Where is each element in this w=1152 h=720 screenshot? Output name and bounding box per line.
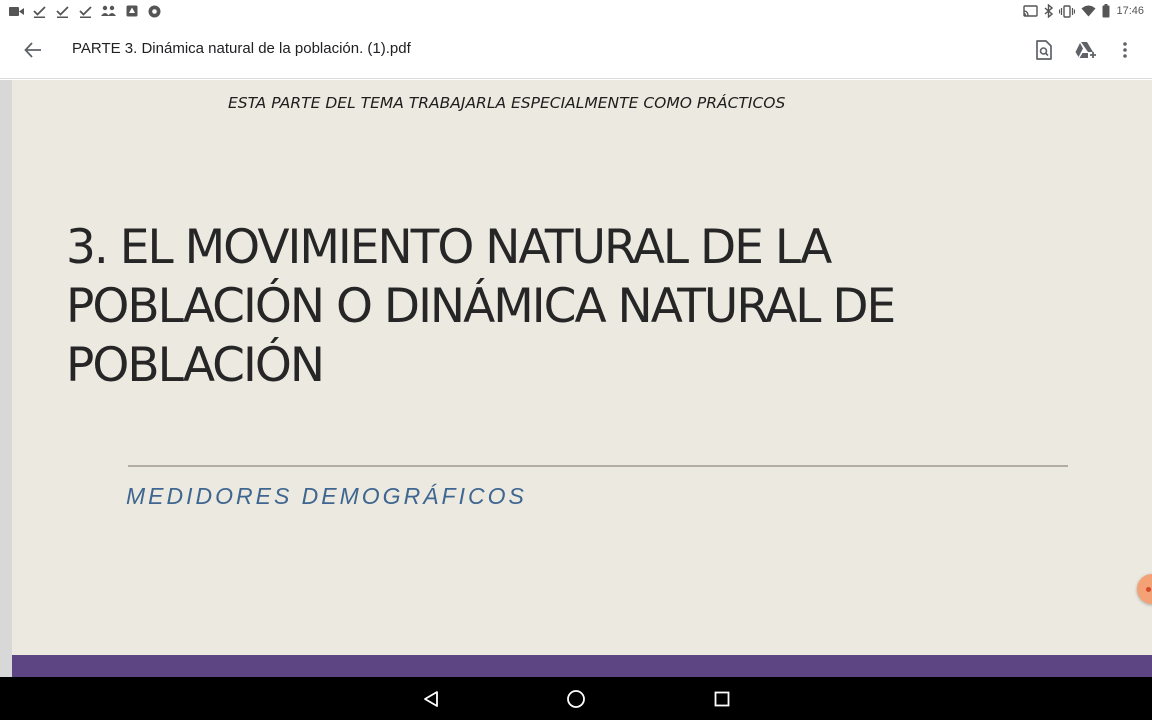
slide-heading: 3. EL MOVIMIENTO NATURAL DE LA POBLACIÓN… (66, 218, 1066, 395)
battery-icon (1102, 3, 1110, 19)
nav-back-button[interactable] (416, 685, 446, 713)
slide-heading-line: POBLACIÓN (66, 338, 325, 393)
pdf-viewer[interactable]: ESTA PARTE DEL TEMA TRABAJARLA ESPECIALM… (0, 80, 1152, 677)
people-icon (101, 3, 116, 19)
download-done-icon (55, 3, 70, 19)
more-options-button[interactable] (1110, 35, 1140, 65)
slide-heading-line: POBLACIÓN O DINÁMICA NATURAL DE (66, 279, 896, 334)
nav-recents-button[interactable] (707, 685, 737, 713)
vibrate-icon (1059, 3, 1076, 19)
more-options-icon (1123, 42, 1127, 58)
slide-accent-band (12, 655, 1152, 677)
add-to-drive-button[interactable] (1071, 35, 1101, 65)
search-in-document-icon (1036, 40, 1052, 60)
nav-home-button[interactable] (561, 685, 591, 713)
navigation-bar (0, 677, 1152, 720)
system-icons: 17:46 (1017, 3, 1144, 19)
back-triangle-icon (424, 691, 438, 707)
arrow-back-icon (24, 42, 41, 58)
pdf-page: ESTA PARTE DEL TEMA TRABAJARLA ESPECIALM… (12, 80, 1152, 677)
home-circle-icon (567, 690, 585, 708)
wifi-icon (1081, 3, 1096, 19)
floating-bubble[interactable] (1137, 574, 1152, 604)
download-done-icon (32, 3, 47, 19)
bluetooth-icon (1044, 3, 1054, 19)
slide-note: ESTA PARTE DEL TEMA TRABAJARLA ESPECIALM… (228, 94, 786, 112)
document-title: PARTE 3. Dinámica natural de la població… (72, 40, 411, 57)
search-in-document-button[interactable] (1029, 35, 1059, 65)
app-bar: PARTE 3. Dinámica natural de la població… (0, 22, 1152, 79)
video-icon (9, 3, 24, 19)
drive-icon (124, 3, 139, 19)
floating-bubble-dot-icon (1146, 587, 1151, 592)
download-done-icon (78, 3, 93, 19)
slide-heading-line: 3. EL MOVIMIENTO NATURAL DE LA (66, 220, 832, 275)
chrome-icon (147, 3, 162, 19)
status-clock: 17:46 (1116, 5, 1144, 17)
add-to-drive-icon (1075, 42, 1096, 58)
status-bar: 17:46 (0, 0, 1152, 22)
back-button[interactable] (18, 35, 48, 65)
slide-divider (128, 465, 1068, 467)
notification-icons (9, 3, 170, 19)
recents-square-icon (714, 691, 730, 707)
slide-subtitle: MEDIDORES DEMOGRÁFICOS (126, 483, 527, 509)
cast-icon (1023, 3, 1039, 19)
